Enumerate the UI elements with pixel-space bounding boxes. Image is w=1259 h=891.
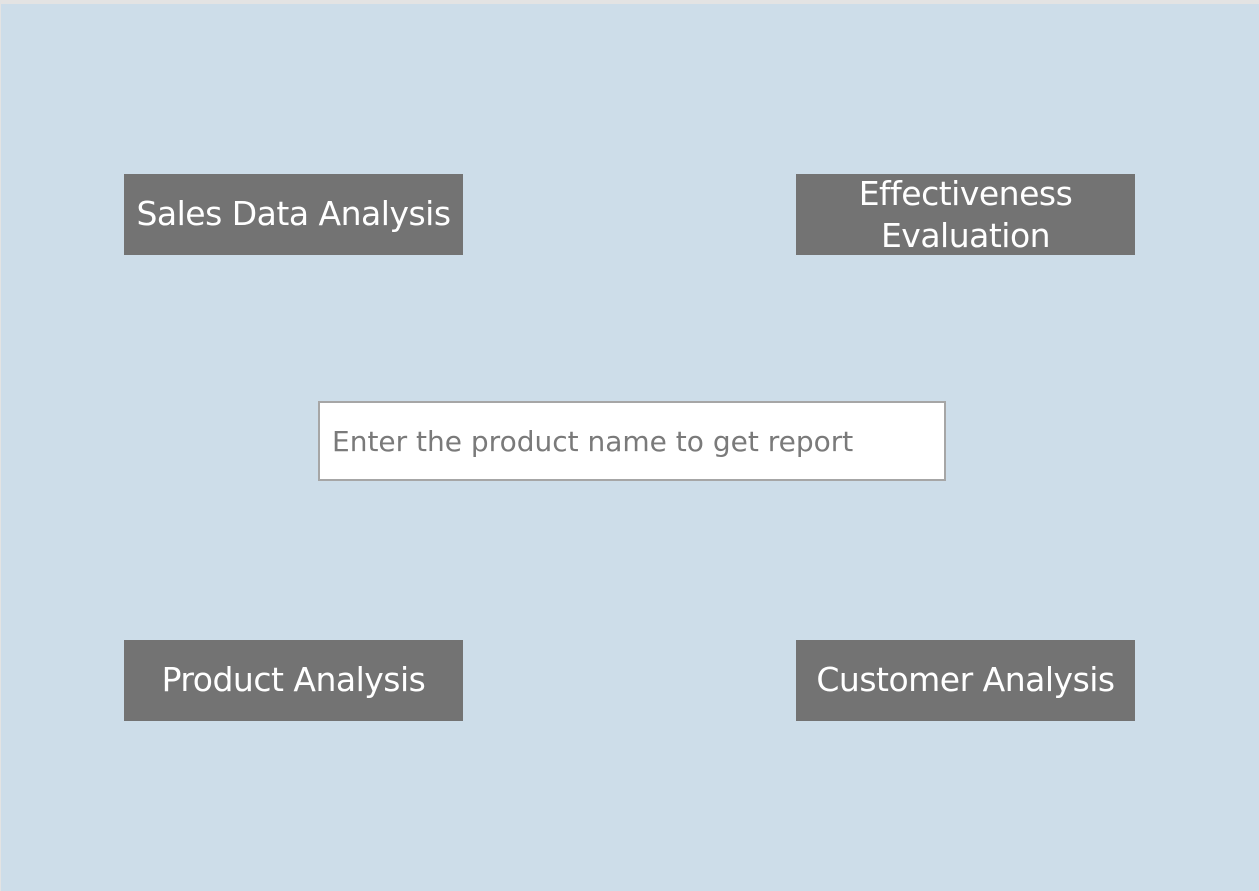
- customer-analysis-label: Customer Analysis: [816, 660, 1115, 700]
- effectiveness-evaluation-label: Effectiveness Evaluation: [858, 174, 1073, 255]
- product-analysis-button[interactable]: Product Analysis: [124, 640, 463, 721]
- customer-analysis-button[interactable]: Customer Analysis: [796, 640, 1135, 721]
- sales-data-analysis-label: Sales Data Analysis: [136, 194, 451, 234]
- product-search-input[interactable]: [318, 401, 946, 481]
- product-analysis-label: Product Analysis: [161, 660, 426, 700]
- sales-data-analysis-button[interactable]: Sales Data Analysis: [124, 174, 463, 255]
- effectiveness-evaluation-button[interactable]: Effectiveness Evaluation: [796, 174, 1135, 255]
- report-canvas: Sales Data Analysis Effectiveness Evalua…: [1, 4, 1259, 891]
